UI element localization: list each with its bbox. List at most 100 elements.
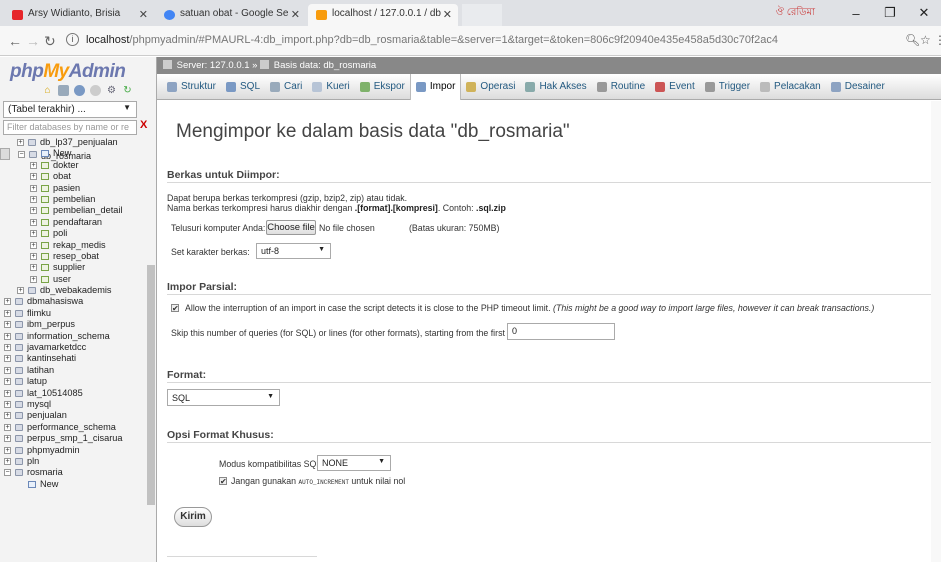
tree-item-pembelian[interactable]: + pembelian	[0, 194, 146, 205]
info-icon[interactable]: i	[66, 33, 79, 46]
filter-databases-input[interactable]: Filter databases by name or re	[3, 120, 137, 135]
tab-desainer[interactable]: Desainer	[826, 74, 890, 100]
recent-tables-select[interactable]: (Tabel terakhir) ... ▼	[3, 101, 137, 118]
collapse-icon[interactable]: −	[4, 469, 11, 477]
no-auto-increment-checkbox[interactable]: ✔	[219, 477, 227, 486]
tab-pelacakan[interactable]: Pelacakan	[755, 74, 826, 100]
tree-item-rosmaria[interactable]: − rosmaria	[0, 467, 146, 478]
browser-tab-2[interactable]: satuan obat - Google Se ✕	[156, 4, 306, 26]
phpmyadmin-logo[interactable]: phpMyAdmin	[10, 61, 126, 83]
tab-trigger[interactable]: Trigger	[700, 74, 755, 100]
expand-icon[interactable]: +	[4, 457, 11, 465]
home-icon[interactable]: ⌂	[42, 85, 53, 96]
tab-routine[interactable]: Routine	[592, 74, 650, 100]
tree-item-flimku[interactable]: + flimku	[0, 308, 146, 319]
tree-item-user[interactable]: + user	[0, 274, 146, 285]
tab-sql[interactable]: SQL	[221, 74, 265, 100]
tree-item-obat[interactable]: + obat	[0, 171, 146, 182]
tab-kueri[interactable]: Kueri	[307, 74, 354, 100]
url-omnibox[interactable]: i localhost/phpmyadmin/#PMAURL-4:db_impo…	[62, 30, 902, 52]
tree-item-pendaftaran[interactable]: + pendaftaran	[0, 217, 146, 228]
expand-icon[interactable]: +	[4, 344, 11, 352]
docs-icon[interactable]	[74, 85, 85, 96]
nav-scrollbar-thumb[interactable]	[147, 265, 155, 505]
browser-tab-3-active[interactable]: localhost / 127.0.0.1 / db ✕	[308, 4, 458, 26]
tab-operasi[interactable]: Operasi	[461, 74, 520, 100]
expand-icon[interactable]: +	[4, 309, 11, 317]
expand-icon[interactable]: +	[4, 298, 11, 306]
tree-item-perpus-smp-1-cisarua[interactable]: + perpus_smp_1_cisarua	[0, 433, 146, 444]
skip-queries-input[interactable]: 0	[507, 323, 615, 340]
forward-arrow-icon[interactable]: →	[26, 33, 40, 49]
tab-cari[interactable]: Cari	[265, 74, 307, 100]
expand-icon[interactable]: +	[4, 446, 11, 454]
tab-close-icon[interactable]: ✕	[443, 8, 452, 21]
settings-gear-icon[interactable]: ⚙	[106, 85, 117, 96]
tree-item-pln[interactable]: + pln	[0, 456, 146, 467]
allow-interrupt-checkbox[interactable]: ✔	[171, 304, 179, 313]
expand-icon[interactable]: +	[17, 287, 24, 295]
expand-icon[interactable]: +	[30, 252, 37, 260]
tab-struktur[interactable]: Struktur	[162, 74, 221, 100]
back-arrow-icon[interactable]: ←	[8, 33, 22, 49]
tree-item-new[interactable]: New	[0, 479, 146, 490]
tab-ekspor[interactable]: Ekspor	[355, 74, 410, 100]
browser-tab-1[interactable]: Arsy Widianto, Brisia ✕	[4, 4, 154, 26]
expand-icon[interactable]: +	[30, 275, 37, 283]
expand-icon[interactable]: +	[4, 400, 11, 408]
nav-scrollbar[interactable]	[146, 137, 156, 562]
breadcrumb-database[interactable]: Basis data: db_rosmaria	[274, 60, 376, 71]
expand-icon[interactable]: +	[4, 366, 11, 374]
charset-select[interactable]: utf-8 ▼	[256, 243, 331, 259]
new-tab-button[interactable]	[462, 4, 502, 26]
expand-icon[interactable]: +	[30, 241, 37, 249]
tab-hak-akses[interactable]: Hak Akses	[520, 74, 591, 100]
expand-icon[interactable]: +	[4, 435, 11, 443]
minimize-icon[interactable]: –	[839, 6, 873, 21]
tree-item-resep-obat[interactable]: + resep_obat	[0, 251, 146, 262]
expand-icon[interactable]: +	[30, 207, 37, 215]
expand-icon[interactable]: +	[17, 139, 24, 146]
tree-item-rekap-medis[interactable]: + rekap_medis	[0, 240, 146, 251]
tree-item-db-webakademis[interactable]: + db_webakademis	[0, 285, 146, 296]
expand-icon[interactable]: +	[4, 423, 11, 431]
expand-icon[interactable]: +	[4, 412, 11, 420]
close-window-icon[interactable]: ✕	[907, 5, 941, 21]
expand-icon[interactable]: +	[4, 389, 11, 397]
tree-item-phpmyadmin[interactable]: + phpmyadmin	[0, 445, 146, 456]
tree-item-latup[interactable]: + latup	[0, 376, 146, 387]
format-select[interactable]: SQL ▼	[167, 389, 280, 406]
expand-icon[interactable]: +	[4, 321, 11, 329]
main-scrollbar[interactable]	[931, 101, 941, 562]
tree-item-supplier[interactable]: + supplier	[0, 262, 146, 273]
expand-icon[interactable]: +	[4, 332, 11, 340]
tree-item-ibm-perpus[interactable]: + ibm_perpus	[0, 319, 146, 330]
tab-close-icon[interactable]: ✕	[139, 8, 148, 21]
tree-item-dokter[interactable]: + dokter	[0, 160, 146, 171]
tab-close-icon[interactable]: ✕	[291, 8, 300, 21]
tree-item-kantinsehati[interactable]: + kantinsehati	[0, 353, 146, 364]
tree-item-lat-10514085[interactable]: + lat_10514085	[0, 388, 146, 399]
profile-label[interactable]: ঔ রেডিমা	[776, 5, 815, 22]
menu-dots-icon[interactable]: ⋮	[934, 33, 941, 47]
tree-item-new[interactable]: New	[0, 148, 146, 159]
tree-item-db-lp37-penjualan[interactable]: + db_lp37_penjualan	[0, 137, 146, 148]
submit-button[interactable]: Kirim	[174, 507, 212, 527]
compat-mode-select[interactable]: NONE ▼	[317, 455, 391, 471]
expand-icon[interactable]: +	[4, 355, 11, 363]
clear-filter-icon[interactable]: X	[140, 119, 147, 131]
tree-item-information-schema[interactable]: + information_schema	[0, 331, 146, 342]
zoom-icon[interactable]: 🔍︎	[905, 33, 920, 47]
tree-item-latihan[interactable]: + latihan	[0, 365, 146, 376]
expand-icon[interactable]: +	[30, 184, 37, 192]
tree-item-penjualan[interactable]: + penjualan	[0, 410, 146, 421]
url-text[interactable]: localhost/phpmyadmin/#PMAURL-4:db_import…	[86, 34, 778, 46]
expand-icon[interactable]: +	[30, 173, 37, 181]
expand-icon[interactable]: +	[30, 195, 37, 203]
expand-icon[interactable]: +	[30, 161, 37, 169]
tree-item-performance-schema[interactable]: + performance_schema	[0, 422, 146, 433]
expand-icon[interactable]: +	[30, 230, 37, 238]
expand-icon[interactable]: +	[30, 264, 37, 272]
logout-icon[interactable]	[58, 85, 69, 96]
breadcrumb-server[interactable]: Server: 127.0.0.1	[177, 60, 250, 71]
